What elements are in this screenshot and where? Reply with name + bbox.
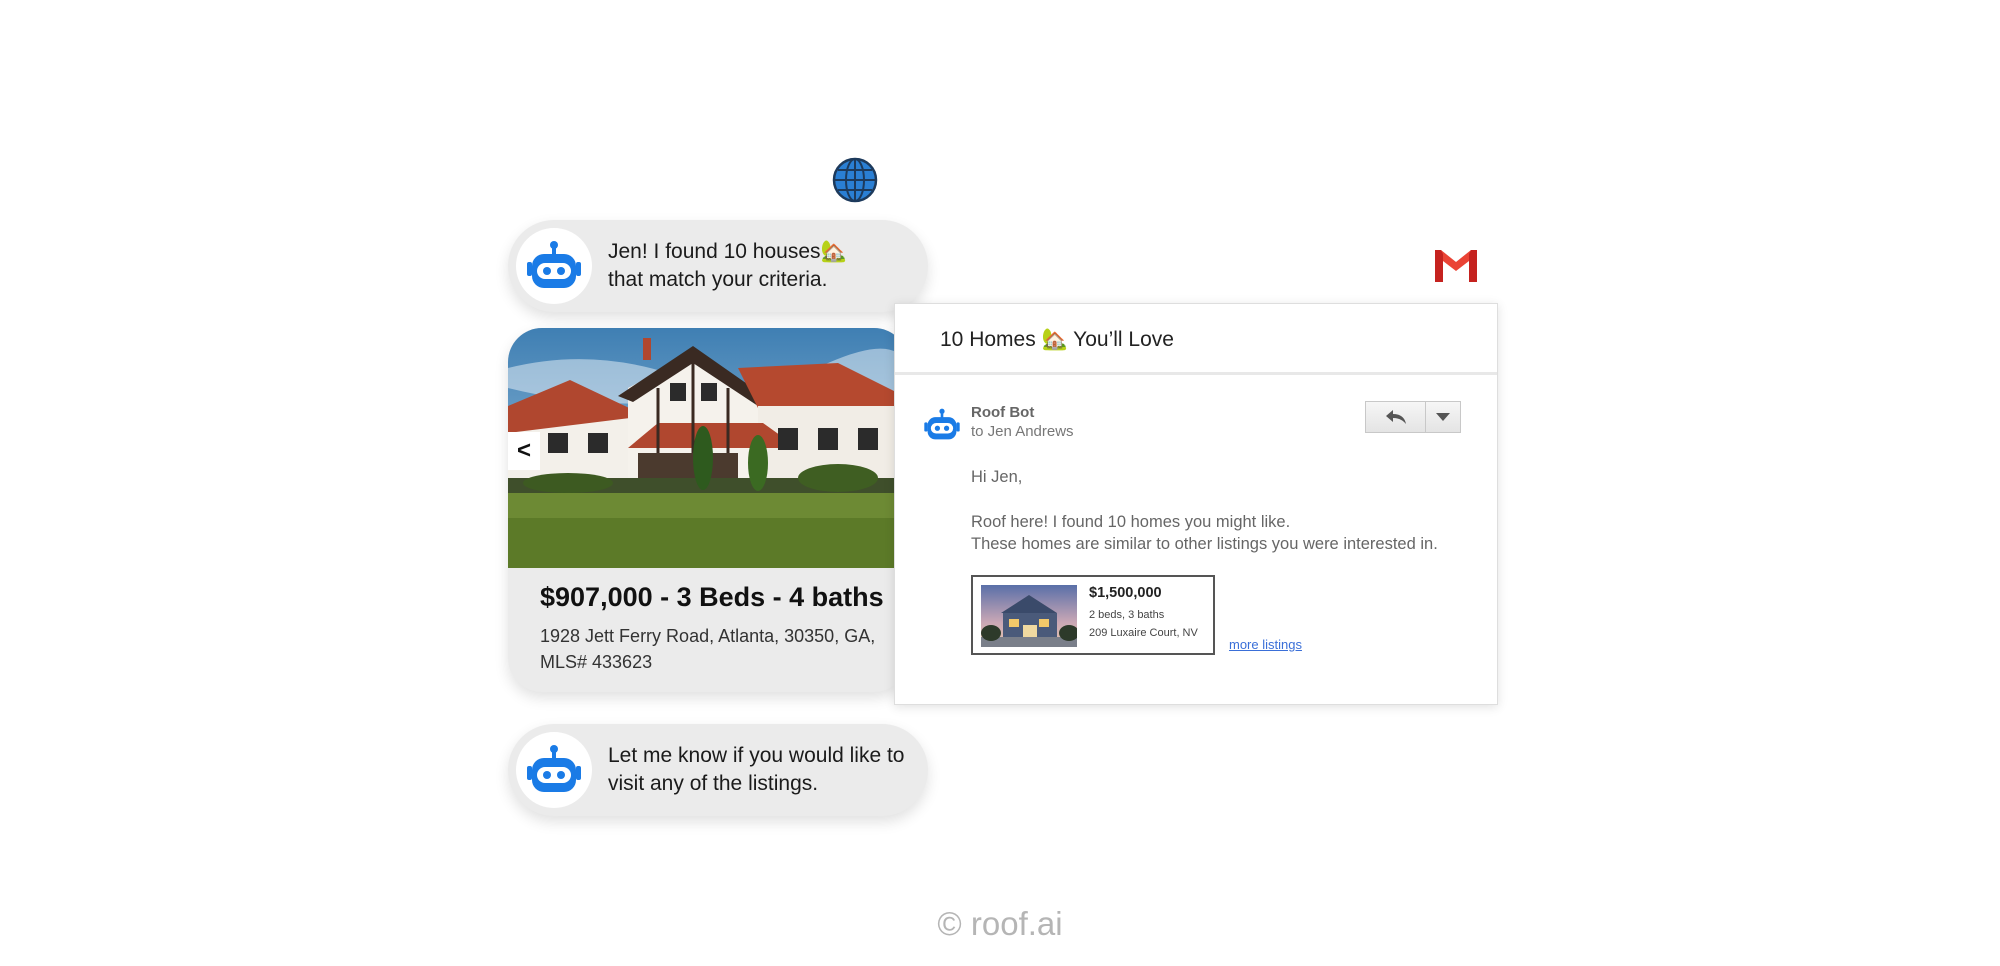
listing-card[interactable]: < $907,000 - 3 Beds - 4 baths 1928 Jett … <box>508 328 908 692</box>
email-body-line: These homes are similar to other listing… <box>971 535 1438 553</box>
email-greeting: Hi Jen, <box>971 468 1023 486</box>
bot-avatar <box>516 228 592 304</box>
email-divider <box>895 372 1497 375</box>
reply-icon <box>1385 410 1406 424</box>
previous-listing-button[interactable]: < <box>508 432 540 470</box>
house-thumbnail <box>981 585 1077 647</box>
robot-icon <box>924 408 960 440</box>
listing-address: 1928 Jett Ferry Road, Atlanta, 30350, GA… <box>540 626 876 646</box>
sender-name: Roof Bot <box>971 404 1035 421</box>
robot-icon <box>527 745 581 792</box>
copyright-footer: © roof.ai <box>937 905 1063 942</box>
email-panel: 10 Homes 🏡 You’ll Love Roof Bot to Jen A… <box>894 303 1498 705</box>
house-photo <box>508 328 908 568</box>
email-listing-card[interactable]: $1,500,000 2 beds, 3 baths 209 Luxaire C… <box>971 575 1215 655</box>
email-listing-beds-baths: 2 beds, 3 baths <box>1089 609 1165 621</box>
globe-icon <box>832 157 878 203</box>
reply-button[interactable] <box>1366 402 1427 432</box>
chat-message-1: Jen! I found 10 houses🏡 that match your … <box>508 220 928 312</box>
chevron-down-icon <box>1436 413 1451 421</box>
gmail-icon <box>1435 250 1477 282</box>
chat-message-2: Let me know if you would like to visit a… <box>508 724 928 816</box>
chat-message-text: Jen! I found 10 houses🏡 that match your … <box>608 238 918 294</box>
email-listing-price: $1,500,000 <box>1089 585 1162 601</box>
email-subject: 10 Homes 🏡 You’ll Love <box>940 328 1174 351</box>
listing-title: $907,000 - 3 Beds - 4 baths <box>540 582 884 612</box>
recipient: to Jen Andrews <box>971 423 1074 440</box>
robot-icon <box>527 241 581 288</box>
listing-mls: MLS# 433623 <box>540 652 653 672</box>
chat-message-line: visit any of the listings. <box>608 772 819 795</box>
email-body-line: Roof here! I found 10 homes you might li… <box>971 513 1291 531</box>
more-options-button[interactable] <box>1426 402 1460 432</box>
chat-message-line: Jen! I found 10 houses🏡 <box>608 240 847 263</box>
chat-message-text: Let me know if you would like to visit a… <box>608 742 918 798</box>
chat-message-line: Let me know if you would like to <box>608 744 905 767</box>
chat-message-line: that match your criteria. <box>608 268 828 291</box>
more-listings-link[interactable]: more listings <box>1229 637 1302 652</box>
bot-avatar <box>516 732 592 808</box>
reply-button-group <box>1365 401 1461 433</box>
email-listing-address: 209 Luxaire Court, NV <box>1089 627 1198 639</box>
